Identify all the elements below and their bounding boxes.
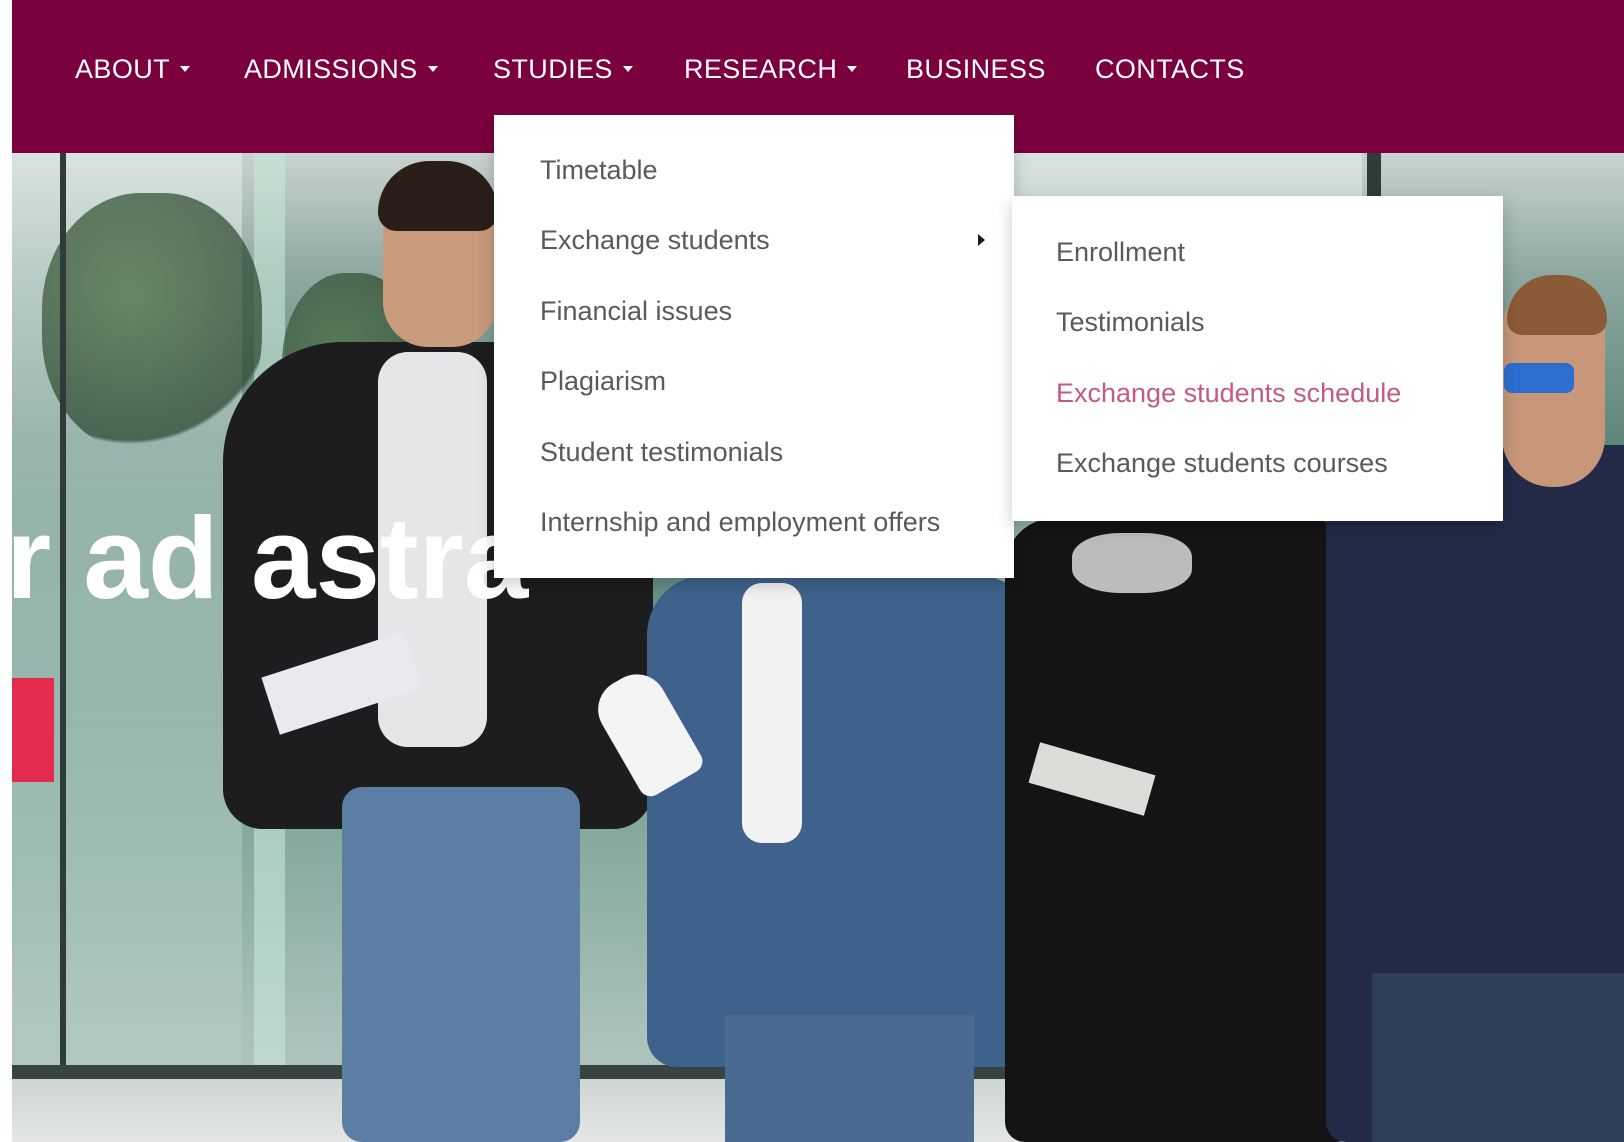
hero-heading: r ad astra <box>12 493 529 623</box>
submenu-item-exchange-courses[interactable]: Exchange students courses <box>1012 428 1503 498</box>
person-1-jeans <box>342 787 580 1142</box>
nav-item-label: ADMISSIONS <box>244 54 418 84</box>
menu-item-timetable[interactable]: Timetable <box>494 135 1014 205</box>
nav-item-admissions[interactable]: ADMISSIONS <box>244 50 438 88</box>
nav-item-label: ABOUT <box>75 54 171 84</box>
nav-item-research[interactable]: RESEARCH <box>684 50 858 88</box>
hoodie-print <box>1072 533 1192 593</box>
caret-down-icon <box>847 65 858 72</box>
person-1-hair <box>378 161 498 231</box>
person-2-jacket <box>647 575 1036 1067</box>
nav-item-label: RESEARCH <box>684 54 838 84</box>
submenu-item-exchange-schedule[interactable]: Exchange students schedule <box>1012 358 1503 428</box>
nav-item-label: STUDIES <box>493 54 613 84</box>
menu-item-student-testimonials[interactable]: Student testimonials <box>494 417 1014 487</box>
caret-down-icon <box>427 65 438 72</box>
exchange-students-submenu: Enrollment Testimonials Exchange student… <box>1012 196 1503 521</box>
sunglasses <box>1504 363 1574 393</box>
nav-item-label: CONTACTS <box>1095 54 1245 84</box>
caret-down-icon <box>180 65 191 72</box>
person-2-jeans <box>725 1015 974 1142</box>
person-4-hair <box>1507 275 1607 335</box>
person-2-shirt <box>742 583 802 843</box>
nav-item-contacts[interactable]: CONTACTS <box>1095 50 1245 88</box>
person-3-hoodie <box>1005 518 1357 1142</box>
hero-accent-block <box>12 678 54 782</box>
menu-item-exchange-students[interactable]: Exchange students <box>494 205 1014 275</box>
caret-right-icon <box>978 234 985 247</box>
menu-item-plagiarism[interactable]: Plagiarism <box>494 346 1014 416</box>
submenu-item-enrollment[interactable]: Enrollment <box>1012 217 1503 287</box>
caret-down-icon <box>622 65 633 72</box>
menu-item-financial-issues[interactable]: Financial issues <box>494 276 1014 346</box>
menu-item-label: Exchange students <box>540 225 770 256</box>
nav-item-studies[interactable]: STUDIES <box>493 50 633 88</box>
person-4-jeans <box>1372 973 1624 1142</box>
window-frame <box>60 153 66 1142</box>
submenu-item-testimonials[interactable]: Testimonials <box>1012 287 1503 357</box>
menu-item-internship-offers[interactable]: Internship and employment offers <box>494 487 1014 557</box>
tree-reflection <box>42 193 262 453</box>
nav-item-label: BUSINESS <box>906 54 1046 84</box>
nav-item-about[interactable]: ABOUT <box>75 50 191 88</box>
studies-dropdown-menu: Timetable Exchange students Financial is… <box>494 115 1014 578</box>
nav-item-business[interactable]: BUSINESS <box>906 50 1046 88</box>
